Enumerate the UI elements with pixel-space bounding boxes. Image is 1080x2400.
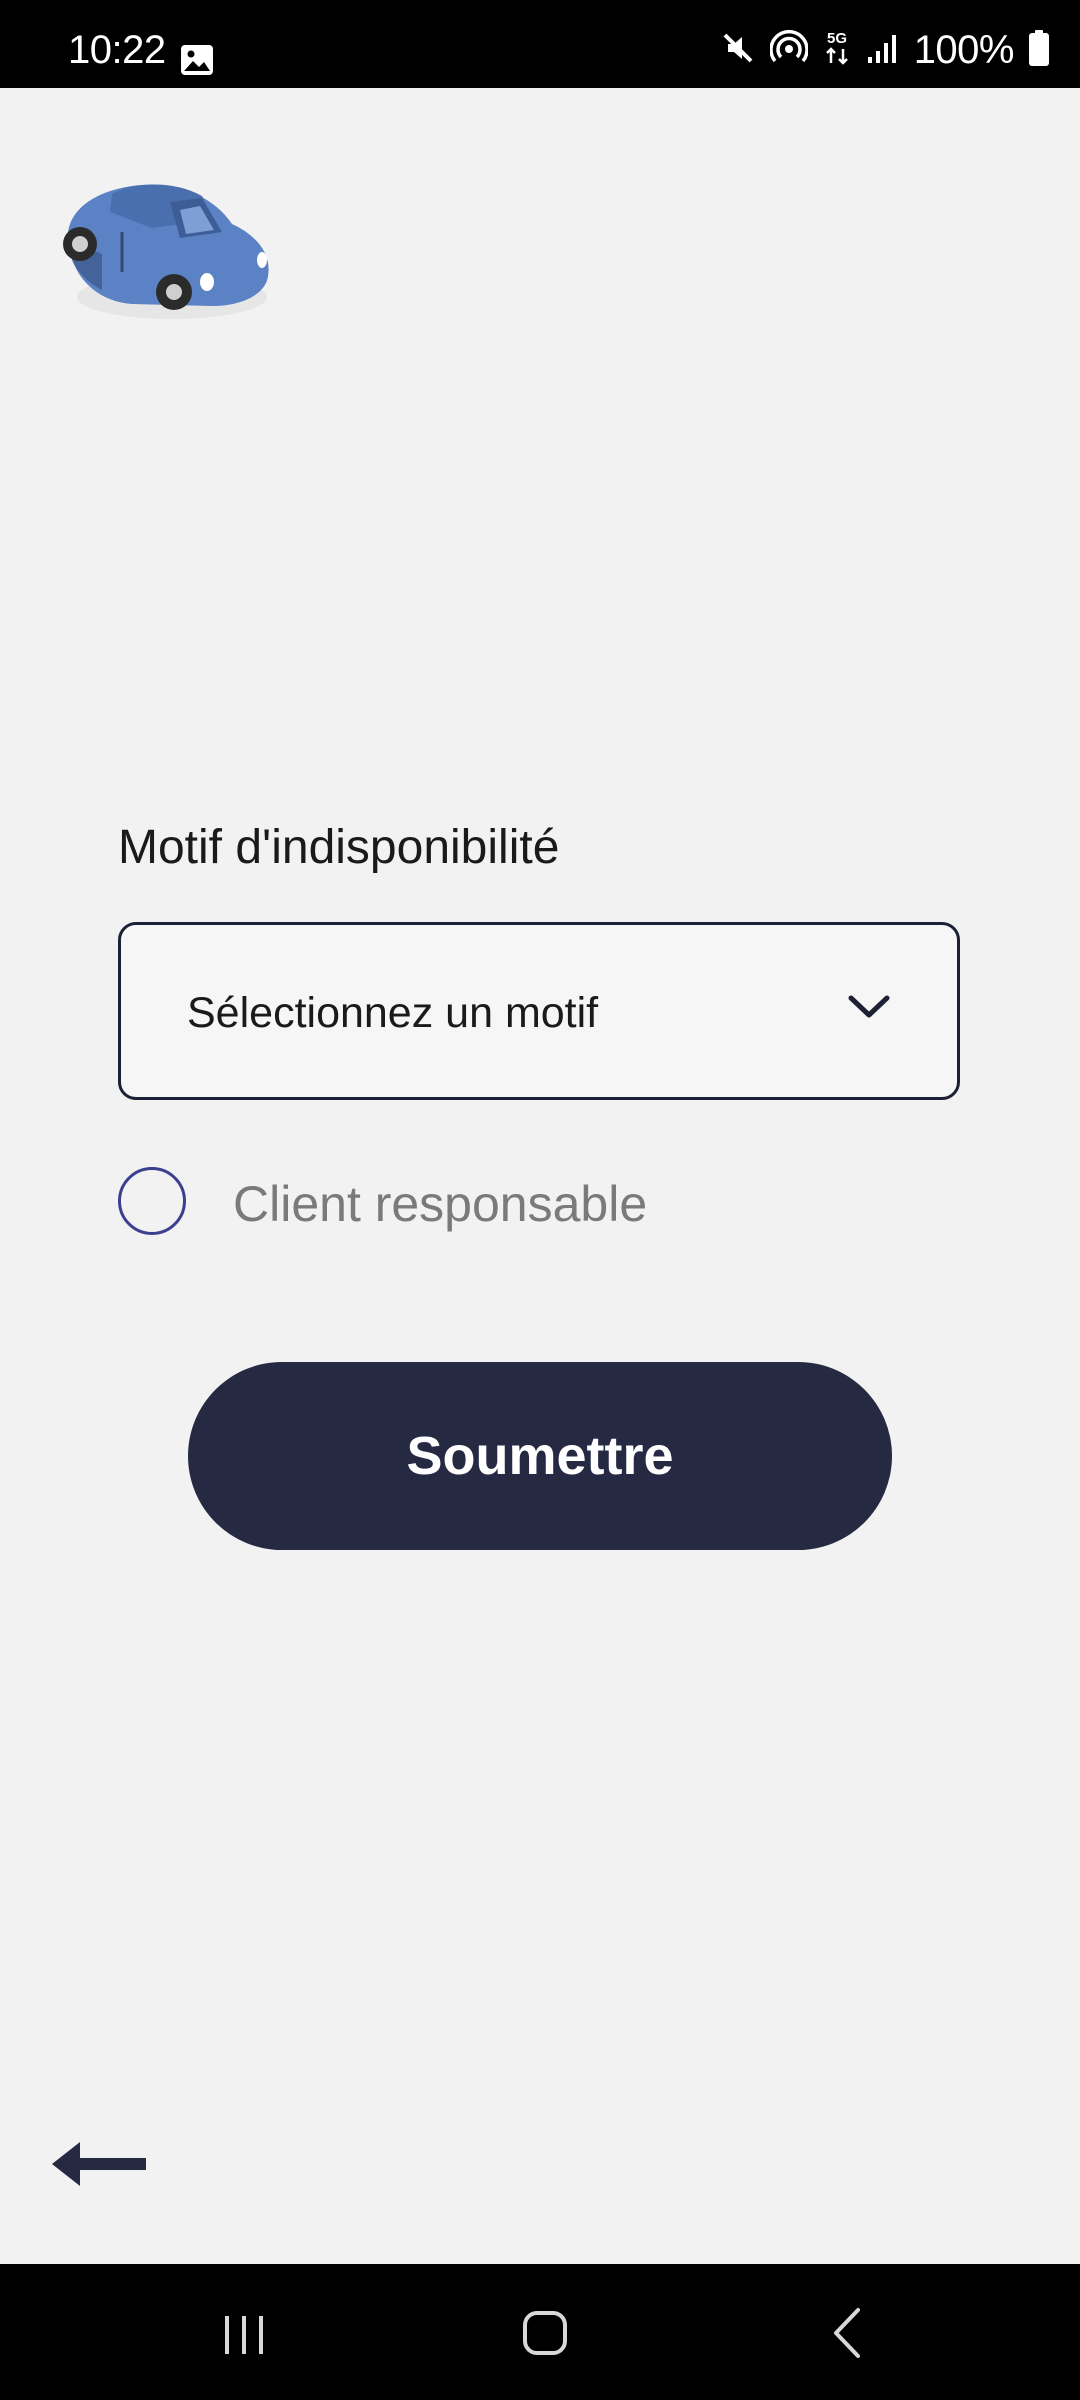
gallery-icon <box>180 44 214 81</box>
system-nav-bar <box>0 2264 1080 2400</box>
reason-select-value: Sélectionnez un motif <box>187 989 599 1037</box>
back-icon[interactable] <box>808 2298 888 2368</box>
recent-apps-icon[interactable] <box>204 2298 284 2368</box>
status-time: 10:22 <box>68 28 166 72</box>
reason-select[interactable]: Sélectionnez un motif <box>118 922 960 1100</box>
car-icon <box>62 172 276 332</box>
hotspot-icon <box>769 29 809 72</box>
chevron-down-icon <box>847 993 891 1026</box>
5g-icon: 5G <box>822 29 852 72</box>
client-responsible-label[interactable]: Client responsable <box>233 1174 647 1234</box>
battery-icon <box>1028 29 1050 72</box>
client-responsible-radio[interactable] <box>118 1167 186 1235</box>
signal-icon <box>866 31 900 70</box>
battery-percent: 100% <box>913 28 1015 72</box>
screen: 10:22 5G 100% Motif d'indisponibilité Sé… <box>0 0 1080 2400</box>
mute-icon <box>720 30 756 71</box>
svg-text:5G: 5G <box>827 30 847 47</box>
status-icons: 5G 100% <box>720 28 1050 72</box>
status-bar: 10:22 5G 100% <box>0 0 1080 88</box>
submit-button[interactable]: Soumettre <box>188 1362 892 1550</box>
arrow-left-icon[interactable] <box>50 2138 150 2195</box>
reason-label: Motif d'indisponibilité <box>118 821 560 874</box>
home-icon[interactable] <box>505 2298 585 2368</box>
